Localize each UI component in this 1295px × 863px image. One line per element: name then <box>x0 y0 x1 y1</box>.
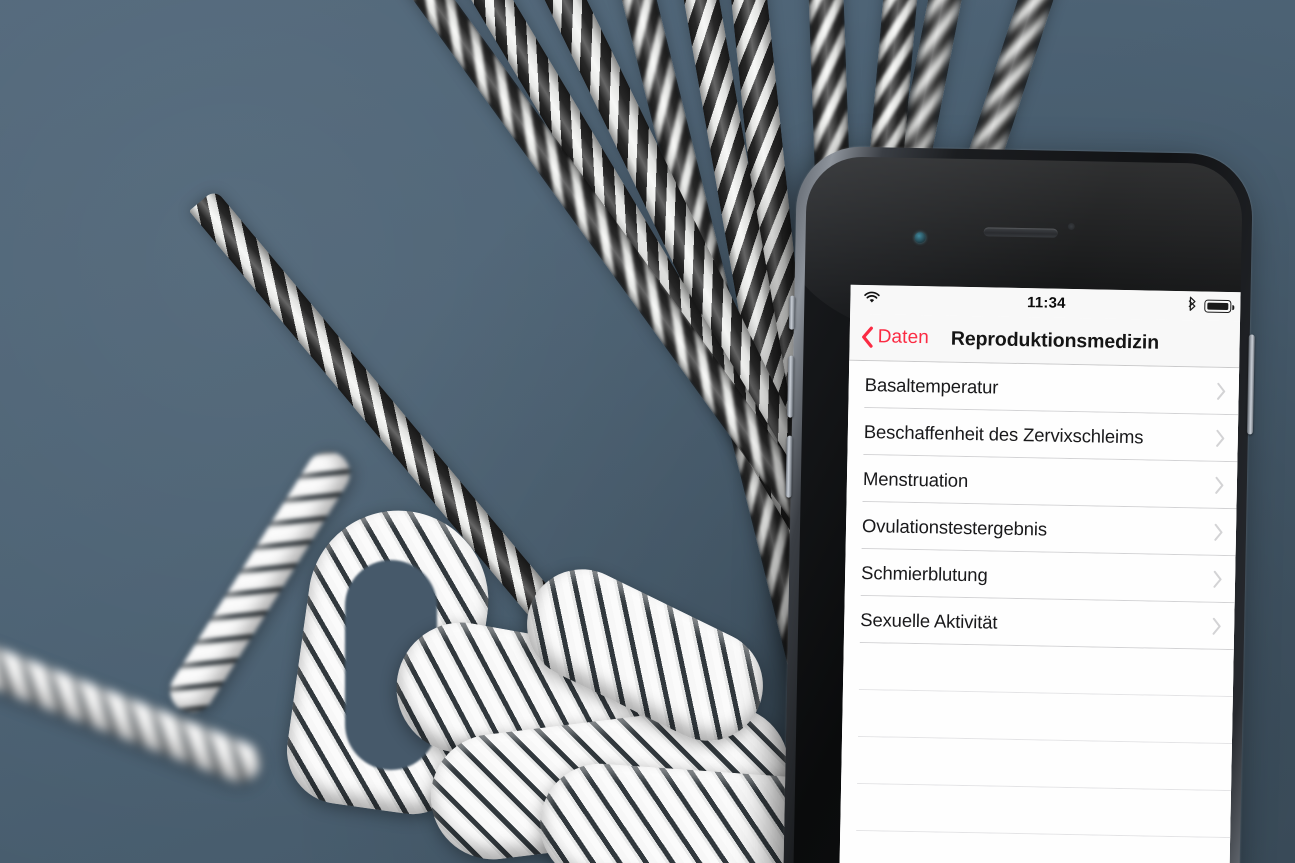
list-item-empty <box>841 736 1234 792</box>
iphone-device: 11:34 Daten Reproduktionsmedizin Basalte… <box>782 145 1255 863</box>
bluetooth-icon <box>1187 296 1197 316</box>
chevron-right-icon <box>1211 617 1222 636</box>
chevron-right-icon <box>1216 382 1227 401</box>
front-camera-icon <box>914 231 926 244</box>
phone-screen: 11:34 Daten Reproduktionsmedizin Basalte… <box>838 284 1243 863</box>
list-item[interactable]: Ovulationstestergebnis <box>845 501 1239 557</box>
settings-list: Basaltemperatur Beschaffenheit des Zervi… <box>839 360 1242 863</box>
volume-up-button[interactable] <box>787 355 795 418</box>
earpiece-speaker <box>983 227 1058 238</box>
list-item-label: Schmierblutung <box>860 561 988 585</box>
chevron-right-icon <box>1214 476 1225 495</box>
volume-down-button[interactable] <box>785 435 793 498</box>
list-item-empty <box>842 689 1235 745</box>
list-item-label: Menstruation <box>862 467 969 491</box>
list-item-empty <box>842 642 1236 698</box>
list-item-label: Sexuelle Aktivität <box>860 608 998 633</box>
list-item[interactable]: Sexuelle Aktivität <box>843 595 1237 651</box>
chevron-right-icon <box>1215 429 1226 448</box>
list-item-empty <box>840 783 1234 839</box>
back-button-label: Daten <box>877 326 930 349</box>
list-item-label: Basaltemperatur <box>864 373 999 398</box>
navigation-bar: Daten Reproduktionsmedizin <box>849 313 1243 369</box>
list-item[interactable]: Beschaffenheit des Zervixschleims <box>847 407 1241 463</box>
back-button[interactable]: Daten <box>849 326 929 350</box>
list-item[interactable]: Schmierblutung <box>844 548 1238 604</box>
ambient-light-sensor <box>1067 222 1075 231</box>
list-item-label: Ovulationstestergebnis <box>861 514 1048 540</box>
chevron-right-icon <box>1212 570 1223 589</box>
chevron-left-icon <box>860 326 873 348</box>
page-title: Reproduktionsmedizin <box>950 327 1160 354</box>
mute-switch[interactable] <box>788 295 796 330</box>
list-item[interactable]: Basaltemperatur <box>848 360 1242 416</box>
list-item[interactable]: Menstruation <box>846 454 1240 510</box>
phone-front-glass: 11:34 Daten Reproduktionsmedizin Basalte… <box>792 155 1244 863</box>
list-item-label: Beschaffenheit des Zervixschleims <box>863 420 1144 447</box>
chevron-right-icon <box>1213 523 1224 542</box>
battery-full-icon <box>1204 299 1232 314</box>
